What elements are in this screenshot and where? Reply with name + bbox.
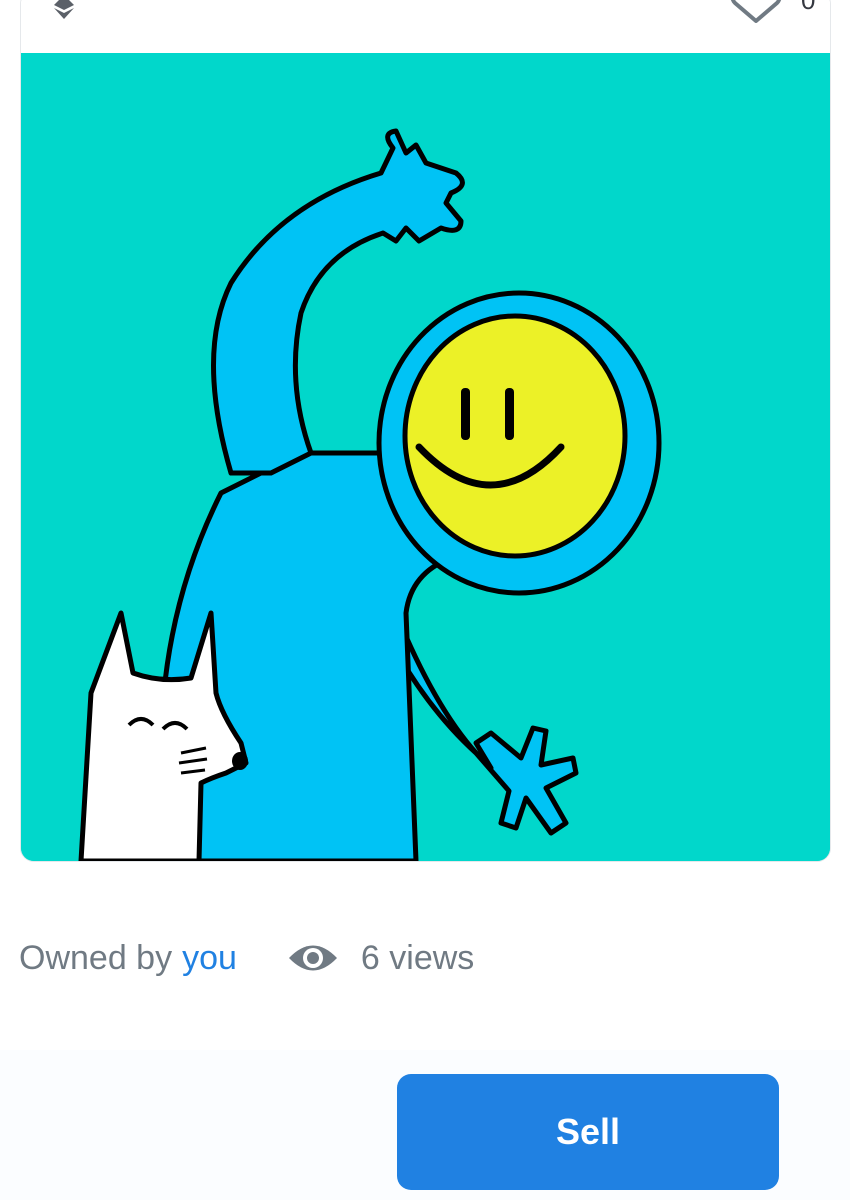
view-count: 6 views [360,938,475,977]
sell-button[interactable]: Sell [397,1074,779,1190]
owned-by-label: Owned by [19,938,173,977]
favorite-count: 0 [801,0,816,15]
eye-icon [288,945,337,971]
card-header: 0 [21,0,830,53]
ethereum-icon [54,0,74,19]
nft-artwork[interactable] [21,53,830,861]
owner-link[interactable]: you [182,939,237,978]
heart-icon[interactable] [727,0,785,23]
nft-meta: Owned by you 6 views [19,935,474,981]
nft-card: 0 [20,0,831,862]
artwork-image [21,53,830,861]
